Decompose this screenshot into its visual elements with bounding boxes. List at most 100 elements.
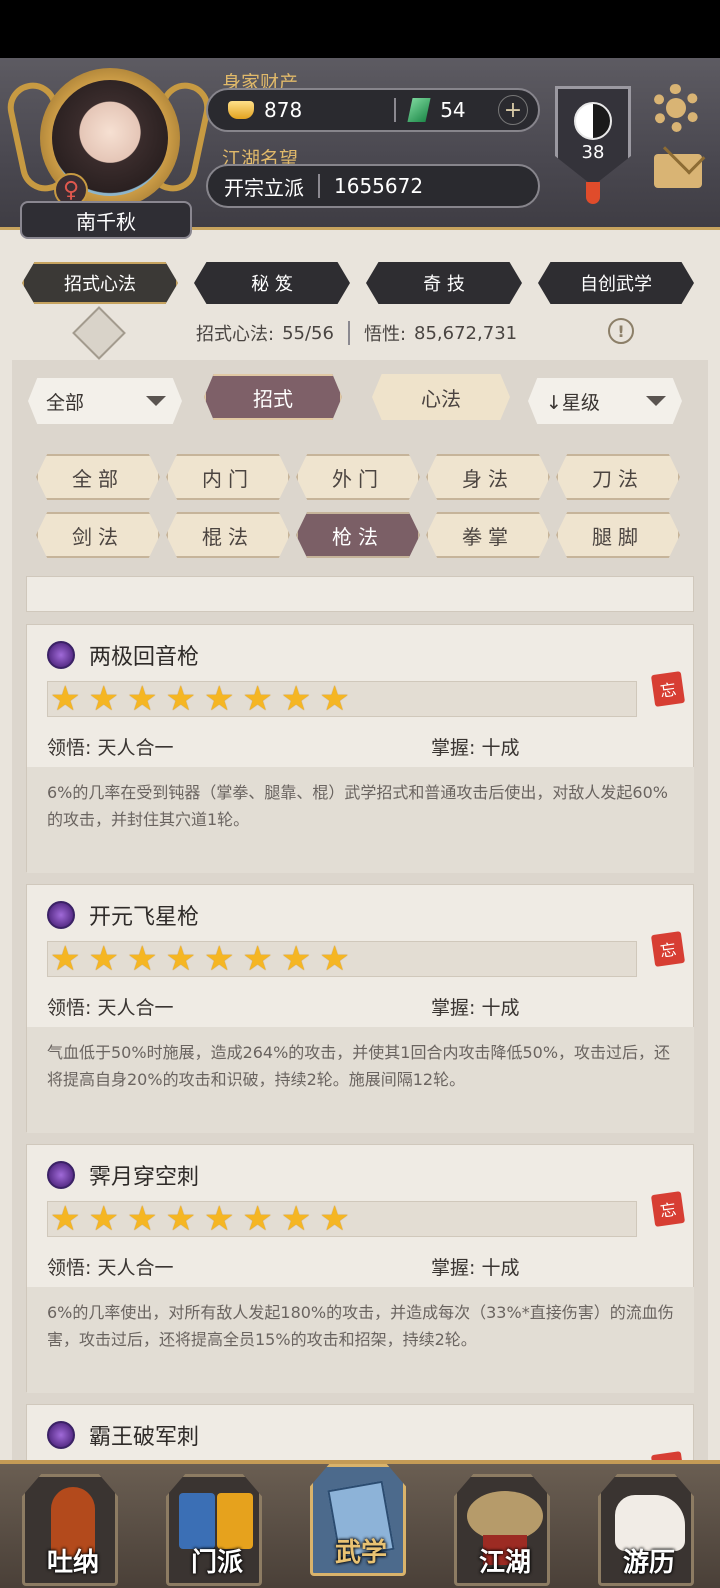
- star-icon: ★: [165, 939, 196, 979]
- filter-all[interactable]: 全部: [36, 454, 160, 500]
- yellow-flag-icon: [217, 1493, 253, 1549]
- level-number: 38: [581, 142, 605, 163]
- skill-description: 6%的几率使出，对所有敌人发起180%的攻击，并造成每次（33%*直接伤害）的流…: [27, 1287, 694, 1393]
- tab-skills[interactable]: 招式心法: [22, 262, 178, 304]
- nav-label: 江湖: [478, 1548, 531, 1578]
- nav-label: 吐纳: [46, 1548, 99, 1578]
- star-icon: ★: [126, 1199, 158, 1239]
- skill-name: 霁月穿空刺: [89, 1165, 200, 1190]
- skill-description: 气血低于50%时施展，造成264%的攻击，并使其1回合内攻击降低50%，攻击过后…: [27, 1027, 694, 1133]
- status-bar: [0, 0, 720, 58]
- jade-amount: 54: [440, 98, 466, 122]
- comprehension: 领悟: 天人合一: [47, 1257, 174, 1279]
- filter-inner[interactable]: 内门: [166, 454, 290, 500]
- star-icon: ★: [50, 1199, 81, 1239]
- star-icon: ★: [165, 679, 196, 719]
- nav-label: 门派: [190, 1548, 243, 1578]
- eye-icon[interactable]: [72, 306, 126, 360]
- taiji-icon: [574, 102, 612, 140]
- skills-label: 招式心法:: [196, 324, 275, 345]
- chevron-down-icon: [646, 396, 666, 406]
- filter-fist[interactable]: 拳掌: [426, 512, 550, 558]
- toggle-moves[interactable]: 招式: [204, 374, 342, 420]
- scope-dropdown[interactable]: 全部: [28, 378, 182, 424]
- nav-jianghu[interactable]: 江湖: [454, 1474, 550, 1586]
- star-icon: ★: [242, 1199, 273, 1239]
- filter-sword[interactable]: 剑法: [36, 512, 160, 558]
- divider: [318, 174, 320, 198]
- star-icon: ★: [50, 939, 81, 979]
- nav-label: 游历: [622, 1548, 675, 1578]
- skill-name: 两极回音枪: [89, 645, 200, 670]
- skill-card[interactable]: 霸王破军刺 ★★★★★★★★ 忘: [26, 1404, 694, 1460]
- mastery: 掌握: 十成: [431, 1257, 520, 1279]
- star-icon: ★: [126, 939, 158, 979]
- tab-special[interactable]: 奇 技: [366, 262, 522, 304]
- divider: [347, 321, 350, 345]
- star-icon: ★: [203, 939, 235, 979]
- star-icon: ★: [88, 1199, 119, 1239]
- mastery: 掌握: 十成: [431, 997, 520, 1019]
- mail-icon[interactable]: [654, 154, 702, 188]
- comprehension: 领悟: 天人合一: [47, 737, 174, 759]
- gold-amount: 878: [264, 98, 303, 122]
- skill-name: 开元飞星枪: [89, 905, 200, 930]
- nav-martial-arts[interactable]: 武学: [310, 1464, 406, 1576]
- gold-ingot-icon: [228, 101, 254, 119]
- filter-spear[interactable]: 枪法: [296, 512, 420, 558]
- spear-icon: [47, 901, 75, 929]
- filter-leg[interactable]: 腿脚: [556, 512, 680, 558]
- nav-meditate[interactable]: 吐纳: [22, 1474, 118, 1586]
- star-rating: ★ ★ ★ ★ ★ ★ ★ ★: [47, 941, 637, 977]
- filter-outer[interactable]: 外门: [296, 454, 420, 500]
- forget-button[interactable]: 忘: [650, 1191, 686, 1227]
- star-icon: ★: [319, 1199, 350, 1239]
- filter-blade[interactable]: 刀法: [556, 454, 680, 500]
- scope-value: 全部: [46, 391, 85, 414]
- spear-icon: [47, 1421, 75, 1449]
- star-icon: ★: [88, 679, 119, 719]
- add-currency-button[interactable]: +: [498, 95, 528, 125]
- tassel-icon: [586, 182, 600, 204]
- sort-dropdown[interactable]: ↓星级: [528, 378, 682, 424]
- filter-movement[interactable]: 身法: [426, 454, 550, 500]
- player-header: ♀ 南千秋 身家财产 878 54 + 江湖名望 开宗立派 1655672 38: [0, 58, 720, 239]
- sort-value: ↓星级: [546, 391, 600, 414]
- list-header-strip: [26, 576, 694, 612]
- skill-card[interactable]: 两极回音枪 ★ ★ ★ ★ ★ ★ ★ ★ 忘 领悟: 天人合一 掌握: 十成 6%的几率在受…: [26, 624, 694, 873]
- tab-manuals[interactable]: 秘 笈: [194, 262, 350, 304]
- filter-staff[interactable]: 棍法: [166, 512, 290, 558]
- star-rating: ★ ★ ★ ★ ★ ★ ★ ★: [47, 1201, 637, 1237]
- blue-flag-icon: [179, 1493, 215, 1549]
- chevron-down-icon: [146, 396, 166, 406]
- skill-list[interactable]: 两极回音枪 ★ ★ ★ ★ ★ ★ ★ ★ 忘 领悟: 天人合一 掌握: 十成 6%的几率在受…: [26, 576, 694, 1460]
- reputation-rank: 开宗立派: [224, 175, 304, 200]
- skill-description: 6%的几率在受到钝器（掌拳、腿靠、棍）武学招式和普通攻击后使出，对敌人发起60%…: [27, 767, 694, 873]
- star-icon: ★: [165, 1199, 196, 1239]
- skill-stats: 招式心法: 55/56 悟性: 85,672,731: [196, 320, 517, 346]
- star-icon: ★: [242, 939, 273, 979]
- star-icon: ★: [280, 939, 312, 979]
- toggle-mind[interactable]: 心法: [372, 374, 510, 420]
- nav-label: 武学: [334, 1538, 387, 1568]
- star-icon: ★: [88, 939, 119, 979]
- nav-travel[interactable]: 游历: [598, 1474, 694, 1586]
- star-icon: ★: [50, 679, 81, 719]
- nav-sect[interactable]: 门派: [166, 1474, 262, 1586]
- info-alert-icon[interactable]: !: [608, 318, 634, 344]
- star-icon: ★: [203, 1199, 235, 1239]
- settings-gear-icon[interactable]: [652, 84, 700, 132]
- skill-card[interactable]: 霁月穿空刺 ★ ★ ★ ★ ★ ★ ★ ★ 忘 领悟: 天人合一 掌握: 十成 6%的几率使出…: [26, 1144, 694, 1393]
- main-tabs: 招式心法 秘 笈 奇 技 自创武学: [0, 262, 720, 306]
- insight-value: 85,672,731: [414, 322, 518, 344]
- star-icon: ★: [126, 679, 158, 719]
- skill-card[interactable]: 开元飞星枪 ★ ★ ★ ★ ★ ★ ★ ★ 忘 领悟: 天人合一 掌握: 十成 气血低于50%…: [26, 884, 694, 1133]
- reputation-value: 1655672: [334, 174, 424, 198]
- forget-button[interactable]: 忘: [650, 1451, 686, 1460]
- avatar[interactable]: ♀: [3, 68, 215, 208]
- star-icon: ★: [319, 939, 350, 979]
- forget-button[interactable]: 忘: [650, 931, 686, 967]
- insight-label: 悟性:: [363, 324, 407, 345]
- forget-button[interactable]: 忘: [650, 671, 686, 707]
- tab-custom[interactable]: 自创武学: [538, 262, 694, 304]
